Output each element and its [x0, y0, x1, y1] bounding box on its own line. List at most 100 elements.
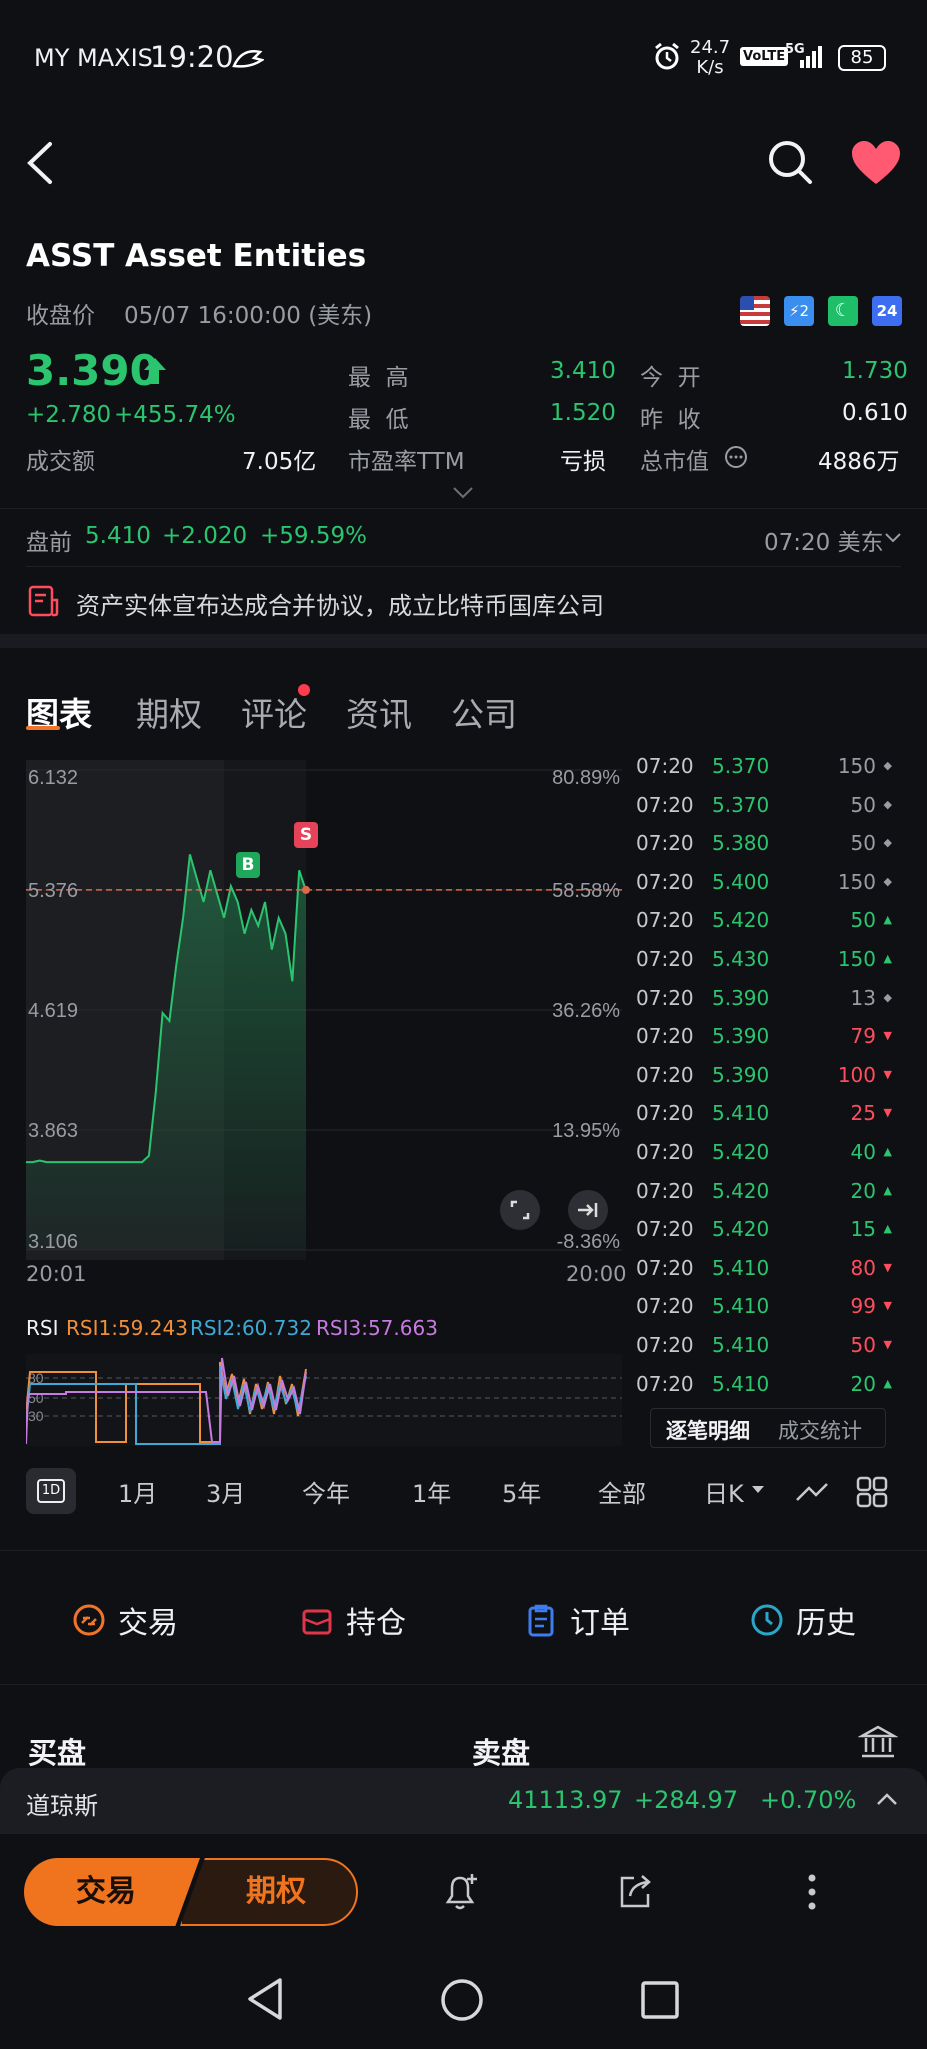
index-change: +284.97 — [634, 1786, 739, 1814]
tick-volume: 20 — [850, 1178, 876, 1203]
range-daily-k[interactable]: 日K — [704, 1474, 744, 1509]
action-positions[interactable]: 持仓 — [300, 1598, 406, 1642]
tick-down-icon: ▼ — [883, 1067, 892, 1081]
y-axis-left-label: 5.376 — [28, 880, 78, 902]
tick-row: 07:20 5.370 50 ◆ — [636, 793, 892, 831]
alert-bell-icon[interactable] — [440, 1870, 484, 1914]
tick-volume: 50 — [850, 908, 876, 933]
action-orders[interactable]: 订单 — [524, 1598, 630, 1642]
clipboard-icon — [528, 1604, 554, 1637]
tick-row: 07:20 5.410 80 ▼ — [636, 1256, 892, 1294]
tick-time: 07:20 — [636, 754, 694, 778]
stock-name: Asset Entities — [125, 238, 367, 274]
premarket-time[interactable]: 07:20 美东 — [764, 523, 884, 557]
search-icon[interactable] — [766, 138, 814, 186]
tick-up-icon: ▲ — [883, 1183, 892, 1197]
trade-button[interactable]: 交易 — [24, 1858, 200, 1926]
tab-trade-stats[interactable]: 成交统计 — [778, 1415, 862, 1445]
options-button[interactable]: 期权 — [180, 1858, 358, 1926]
tick-neutral-icon: ◆ — [883, 797, 892, 811]
y-axis-right-label: 80.89% — [552, 767, 620, 789]
tick-volume: 100 — [837, 1062, 876, 1087]
tab-options[interactable]: 期权 — [136, 688, 202, 736]
tick-volume: 40 — [850, 1140, 876, 1164]
tick-time: 07:20 — [636, 1255, 694, 1280]
indicator-icon[interactable] — [794, 1478, 830, 1508]
range-ytd[interactable]: 今年 — [302, 1474, 350, 1509]
range-1y[interactable]: 1年 — [412, 1474, 451, 1509]
tick-volume: 80 — [850, 1255, 876, 1280]
rsi-level-label: 30 — [28, 1408, 44, 1424]
tick-volume: 99 — [850, 1294, 876, 1319]
tick-time: 07:20 — [636, 1333, 694, 1357]
tick-row: 07:20 5.370 150 ◆ — [636, 754, 892, 792]
tick-row: 07:20 5.390 79 ▼ — [636, 1024, 892, 1062]
favorite-heart-icon[interactable] — [850, 140, 902, 186]
share-icon[interactable] — [614, 1870, 658, 1914]
clock-icon — [751, 1604, 783, 1636]
tick-price: 5.420 — [712, 1178, 770, 1203]
tick-neutral-icon: ◆ — [883, 990, 892, 1004]
tick-row: 07:20 5.420 50 ▲ — [636, 908, 892, 946]
y-axis-left-label: 3.863 — [28, 1120, 78, 1142]
grid-menu-icon[interactable] — [856, 1476, 888, 1508]
tick-time: 07:20 — [636, 1101, 694, 1126]
tick-volume: 13 — [850, 985, 876, 1010]
tick-time: 07:20 — [636, 792, 694, 817]
tab-comments[interactable]: 评论 — [241, 688, 307, 736]
news-headline[interactable]: 资产实体宣布达成合并协议，成立比特币国库公司 — [76, 586, 604, 621]
tick-price: 5.410 — [712, 1371, 770, 1396]
news-icon — [28, 585, 59, 617]
expand-chevron-icon[interactable] — [452, 486, 474, 500]
buy-marker[interactable]: B — [236, 852, 260, 878]
tick-down-icon: ▼ — [883, 1338, 892, 1351]
range-1d-button[interactable]: 1D — [26, 1468, 76, 1514]
action-positions-label: 持仓 — [346, 1606, 406, 1641]
pe-value: 亏损 — [560, 449, 606, 475]
range-1m[interactable]: 1月 — [118, 1474, 157, 1509]
y-axis-left-label: 4.619 — [28, 1000, 78, 1022]
tick-row: 07:20 5.420 40 ▲ — [636, 1140, 892, 1178]
jump-latest-button[interactable] — [568, 1190, 608, 1230]
tick-price: 5.420 — [712, 1140, 770, 1164]
y-axis-right-label: -8.36% — [557, 1231, 621, 1253]
tab-news[interactable]: 资讯 — [346, 688, 412, 736]
turnover-label: 成交额 — [26, 449, 95, 475]
chevron-down-icon[interactable] — [884, 532, 902, 544]
high-value: 3.410 — [550, 358, 616, 384]
intraday-chart[interactable]: 6.132 80.89% 5.376 58.58% 4.619 36.26% 3.863 13… — [26, 760, 622, 1260]
premarket-label: 盘前 — [26, 530, 72, 556]
range-3m[interactable]: 3月 — [206, 1474, 245, 1509]
bank-icon[interactable] — [858, 1722, 898, 1762]
tick-up-icon: ▲ — [883, 1145, 892, 1158]
tick-neutral-icon: ◆ — [883, 874, 892, 888]
tick-volume: 15 — [850, 1217, 876, 1242]
range-all[interactable]: 全部 — [598, 1474, 646, 1509]
tick-row: 07:20 5.410 99 ▼ — [636, 1294, 892, 1332]
tick-time: 07:20 — [636, 869, 694, 894]
system-back-icon[interactable] — [244, 1976, 288, 2022]
range-5y[interactable]: 5年 — [502, 1474, 541, 1509]
tick-price: 5.390 — [712, 1024, 770, 1049]
chevron-up-icon[interactable] — [876, 1792, 898, 1806]
system-home-icon[interactable] — [440, 1978, 484, 2022]
tab-tick-detail[interactable]: 逐笔明细 — [666, 1415, 750, 1445]
tick-time: 07:20 — [636, 831, 694, 856]
tick-price: 5.390 — [712, 985, 770, 1010]
open-label: 今 开 — [640, 365, 701, 391]
action-trade[interactable]: 交易 — [72, 1598, 178, 1642]
more-info-icon[interactable] — [724, 445, 748, 469]
notification-dot — [298, 684, 310, 696]
caret-down-icon[interactable] — [750, 1484, 766, 1496]
sell-marker[interactable]: S — [294, 822, 318, 848]
fullscreen-icon — [510, 1200, 530, 1220]
back-icon[interactable] — [22, 140, 56, 186]
action-history[interactable]: 历史 — [750, 1598, 856, 1642]
tab-company[interactable]: 公司 — [451, 688, 517, 736]
more-options-icon[interactable] — [800, 1870, 824, 1914]
fullscreen-button[interactable] — [500, 1190, 540, 1230]
tick-price: 5.420 — [712, 908, 770, 933]
system-recents-icon[interactable] — [640, 1980, 680, 2020]
tick-volume: 150 — [837, 754, 876, 778]
price-up-arrow-icon — [144, 358, 166, 384]
